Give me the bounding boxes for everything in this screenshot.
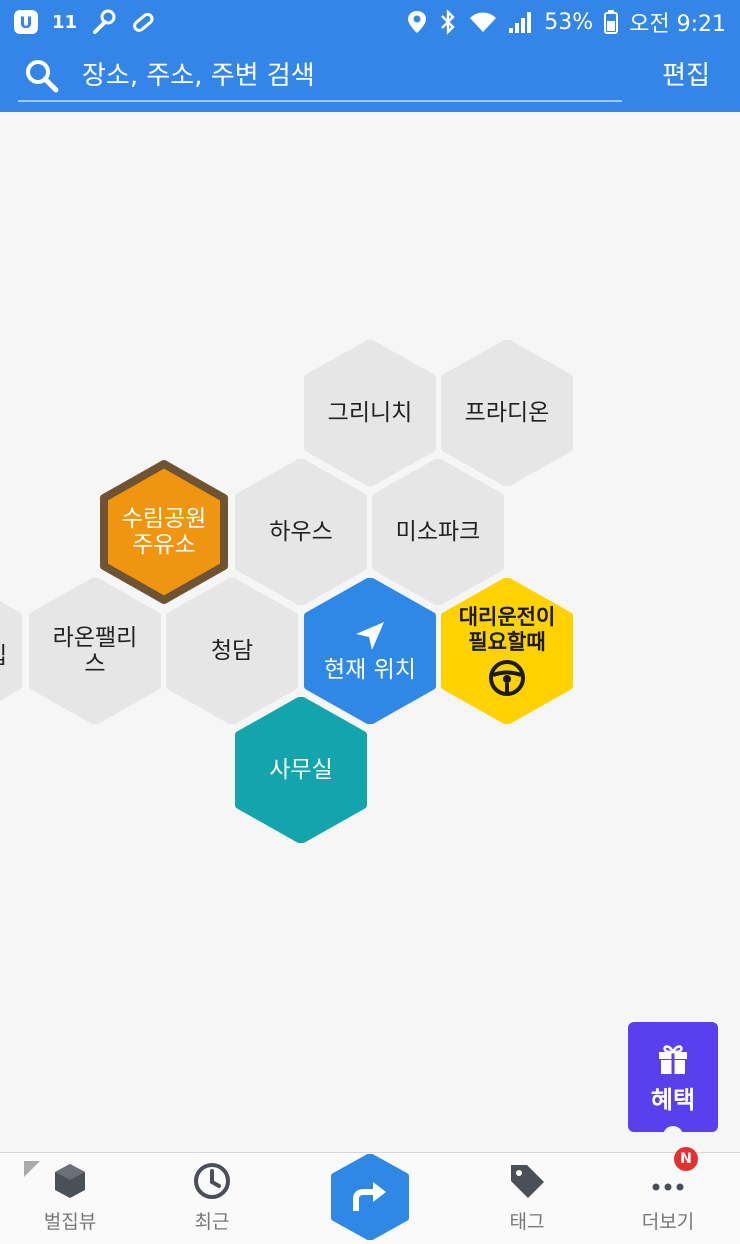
- nav-more[interactable]: N 더보기: [608, 1147, 728, 1234]
- cube-icon: [55, 1164, 85, 1198]
- tag-icon: [511, 1165, 544, 1198]
- place-label: 수림공원 주유소: [121, 506, 207, 558]
- location-pin-icon: [406, 9, 428, 35]
- nav-tag[interactable]: 태그: [467, 1161, 587, 1234]
- place-label: 하우스: [269, 519, 333, 545]
- signal-icon: [508, 10, 534, 34]
- gift-icon: [659, 1044, 687, 1074]
- place-label: 그리니치: [327, 400, 413, 426]
- edit-button[interactable]: 편집: [662, 58, 710, 94]
- place-hex-laon-palace[interactable]: 라온팰리스: [29, 578, 161, 724]
- place-label: 입: [0, 636, 7, 670]
- uplus-app-icon: U: [12, 8, 40, 36]
- place-label: 미소파크: [395, 519, 481, 545]
- benefit-notch: [663, 1126, 683, 1138]
- place-label: 청담: [210, 638, 254, 664]
- nav-label: 더보기: [641, 1211, 695, 1233]
- search-underline: [18, 100, 622, 102]
- battery-icon: [603, 9, 619, 35]
- nav-label: 벌집뷰: [43, 1211, 97, 1233]
- clock-icon: [194, 1163, 230, 1199]
- nav-label: 최근: [194, 1211, 230, 1233]
- steering-wheel-icon: [489, 660, 525, 696]
- new-badge: N: [674, 1147, 698, 1171]
- place-label: 현재 위치: [324, 657, 416, 683]
- wrench-icon: [89, 8, 117, 36]
- pill-icon: [129, 8, 157, 36]
- navigation-arrow-icon: [355, 622, 384, 650]
- benefit-label: 혜택: [650, 1085, 696, 1114]
- nav-honeycomb-view[interactable]: 벌집뷰: [10, 1161, 130, 1234]
- search-icon[interactable]: [24, 58, 60, 94]
- place-hex-office[interactable]: 사무실: [235, 697, 367, 843]
- bluetooth-icon: [438, 9, 458, 35]
- carrier-badge-icon: 11: [52, 11, 78, 33]
- search-input[interactable]: 장소, 주소, 주변 검색: [82, 58, 315, 94]
- benefit-button[interactable]: 혜택: [628, 1022, 718, 1138]
- place-label: 프라디온: [464, 400, 550, 426]
- route-button[interactable]: [330, 1153, 410, 1241]
- svg-text:U: U: [20, 13, 33, 32]
- status-time: 오전 9:21: [629, 12, 726, 37]
- battery-percent: 53%: [544, 9, 594, 35]
- status-bar: U 11 53% 오전 9:21: [0, 0, 740, 44]
- place-label: 라온팰리스: [52, 625, 138, 677]
- designated-driver-hex[interactable]: 대리운전이 필요할때: [441, 578, 573, 724]
- search-bar[interactable]: 장소, 주소, 주변 검색 편집: [0, 44, 740, 112]
- place-hex-partial[interactable]: 입: [0, 578, 24, 724]
- place-label: 사무실: [269, 757, 333, 783]
- wifi-icon: [468, 10, 498, 34]
- nav-recent[interactable]: 최근: [152, 1161, 272, 1234]
- place-label: 대리운전이 필요할때: [458, 605, 556, 654]
- turn-right-arrow-icon: [353, 1182, 386, 1211]
- nav-label: 태그: [509, 1211, 545, 1233]
